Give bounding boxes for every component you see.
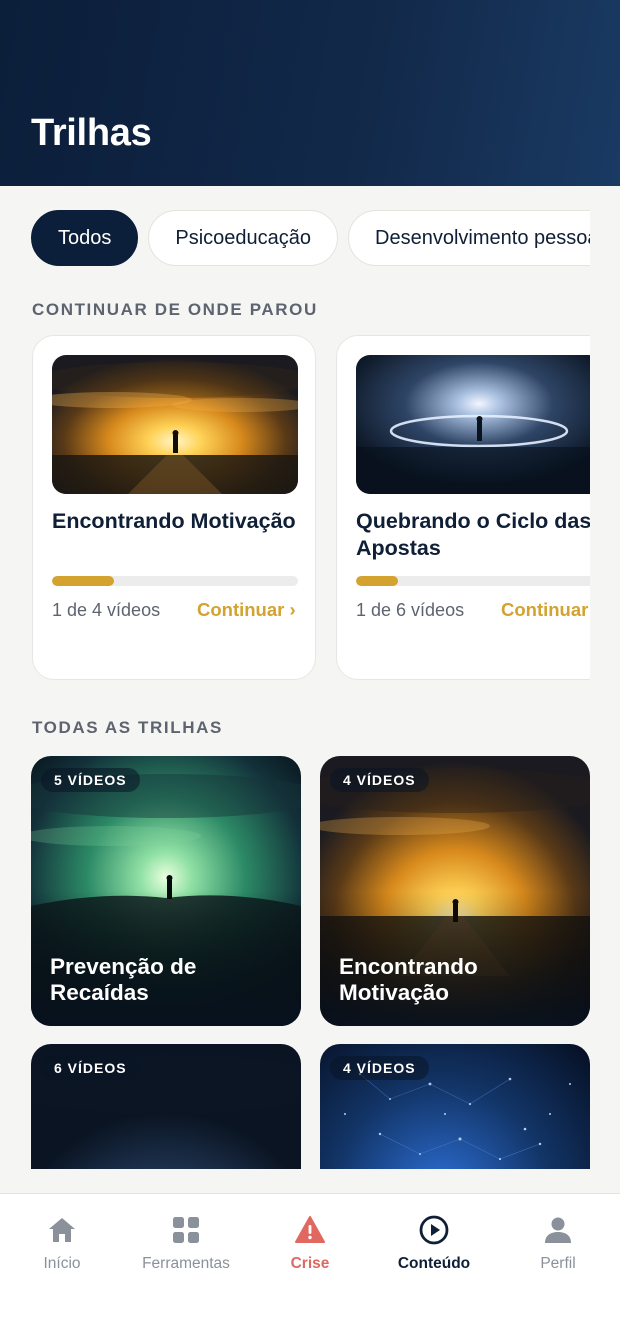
progress-bar bbox=[52, 576, 298, 586]
video-count-badge: 4 VÍDEOS bbox=[330, 1056, 429, 1080]
filter-chip-todos[interactable]: Todos bbox=[31, 210, 139, 266]
continue-section-title: CONTINUAR DE ONDE PAROU bbox=[32, 300, 318, 319]
continue-link[interactable]: Continuar › bbox=[197, 599, 296, 621]
tab-label: Conteúdo bbox=[397, 1255, 471, 1272]
tab-ferramentas[interactable]: Ferramentas bbox=[124, 1214, 248, 1273]
track-title: Encontrando Motivação bbox=[339, 954, 478, 1005]
continue-card[interactable]: Quebrando o Ciclo das Apostas 1 de 6 víd… bbox=[336, 335, 590, 680]
track-thumbnail bbox=[52, 355, 298, 494]
track-card[interactable]: 4 VÍDEOS Encontrando Motivação bbox=[320, 756, 590, 1026]
video-count-badge: 5 VÍDEOS bbox=[41, 768, 140, 792]
track-title: Quebrando o Ciclo das Apostas bbox=[356, 509, 590, 560]
filter-chips: Todos Psicoeducação Desenvolvimento pessoa… bbox=[31, 210, 590, 266]
all-tracks-section-title: TODAS AS TRILHAS bbox=[32, 718, 223, 737]
track-title: Prevenção de Recaídas bbox=[50, 954, 197, 1005]
filter-chip-psicoeducacao[interactable]: Psicoeducação bbox=[148, 210, 339, 266]
tab-perfil[interactable]: Perfil bbox=[496, 1214, 620, 1273]
continue-link[interactable]: Continuar › bbox=[501, 599, 590, 621]
tab-crise[interactable]: Crise bbox=[248, 1214, 372, 1273]
tab-label: Ferramentas bbox=[142, 1255, 230, 1272]
user-icon bbox=[545, 1217, 571, 1243]
video-count: 1 de 6 vídeos bbox=[356, 600, 465, 620]
filter-chip-desenvolvimento[interactable]: Desenvolvimento pessoal bbox=[348, 210, 590, 266]
track-card[interactable]: 5 VÍDEOS Prevenção de Recaídas bbox=[31, 756, 301, 1026]
warning-icon bbox=[295, 1216, 325, 1243]
track-title: Encontrando Motivação bbox=[52, 509, 296, 533]
video-count: 1 de 4 vídeos bbox=[52, 600, 161, 620]
video-count-badge: 6 VÍDEOS bbox=[41, 1056, 140, 1080]
header: Trilhas bbox=[0, 0, 620, 186]
tab-label: Início bbox=[43, 1255, 81, 1272]
bottom-tab-bar: Início Ferramentas Crise Conteúdo Perfil bbox=[0, 1193, 620, 1342]
track-card[interactable]: 6 VÍDEOS bbox=[31, 1044, 301, 1169]
grid-icon bbox=[173, 1217, 199, 1243]
tab-label: Crise bbox=[290, 1255, 330, 1272]
continue-card[interactable]: Encontrando Motivação 1 de 4 vídeos Cont… bbox=[32, 335, 316, 680]
video-count-badge: 4 VÍDEOS bbox=[330, 768, 429, 792]
page-title: Trilhas bbox=[31, 112, 152, 154]
track-thumbnail bbox=[356, 355, 590, 494]
tab-conteudo[interactable]: Conteúdo bbox=[372, 1214, 496, 1273]
progress-bar bbox=[356, 576, 590, 586]
tracks-grid: 5 VÍDEOS Prevenção de Recaídas 4 VÍDEOS … bbox=[31, 756, 590, 1169]
tab-label: Perfil bbox=[540, 1255, 576, 1272]
home-icon bbox=[49, 1218, 75, 1242]
continue-carousel: Encontrando Motivação 1 de 4 vídeos Cont… bbox=[31, 335, 590, 681]
tab-inicio[interactable]: Início bbox=[0, 1214, 124, 1273]
play-circle-icon bbox=[419, 1215, 449, 1245]
track-card[interactable]: 4 VÍDEOS bbox=[320, 1044, 590, 1169]
